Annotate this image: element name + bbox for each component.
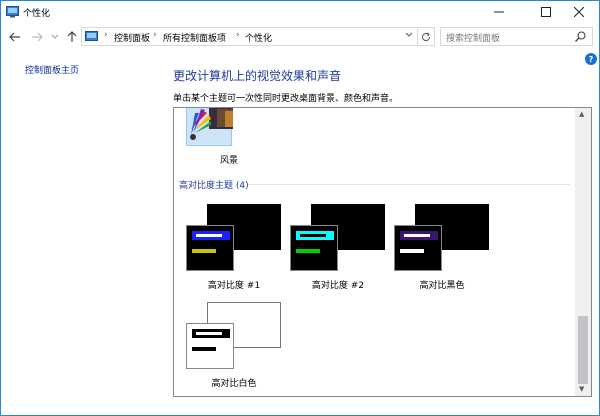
page-description: 单击某个主题可一次性同时更改桌面背景、颜色和声音。 <box>173 94 399 104</box>
personalization-icon <box>6 6 19 18</box>
theme-front-window <box>186 225 234 271</box>
theme-high-contrast-white[interactable] <box>186 302 282 384</box>
breadcrumb-separator-icon: › <box>236 30 240 40</box>
page-title: 更改计算机上的视觉效果和声音 <box>173 69 342 83</box>
theme-high-contrast-1[interactable] <box>186 204 282 286</box>
refresh-icon <box>421 32 430 41</box>
breadcrumb-all-items[interactable]: 所有控制面板项 <box>163 31 226 44</box>
search-icon[interactable] <box>575 31 586 42</box>
breadcrumb-control-panel[interactable]: 控制面板 <box>114 31 150 44</box>
theme-preview-icon <box>190 108 233 140</box>
theme-label: 高对比白色 <box>211 379 257 389</box>
control-panel-home-link[interactable]: 控制面板主页 <box>25 63 79 76</box>
recent-locations-button[interactable] <box>47 29 63 45</box>
theme-high-contrast-2[interactable] <box>290 204 386 286</box>
theme-front-window <box>290 225 338 271</box>
theme-high-contrast-black[interactable] <box>394 204 490 286</box>
close-button[interactable] <box>559 1 599 23</box>
minimize-button[interactable] <box>479 1 519 23</box>
address-dropdown-button[interactable] <box>405 31 413 40</box>
scrollbar-thumb[interactable] <box>578 316 588 384</box>
group-divider <box>248 184 570 185</box>
minimize-icon <box>494 11 504 13</box>
breadcrumb-personalization[interactable]: 个性化 <box>245 31 272 44</box>
forward-arrow-icon <box>32 32 43 42</box>
theme-label: 高对比黑色 <box>419 281 465 291</box>
window-title: 个性化 <box>23 9 51 19</box>
navigation-bar: › 控制面板 › 所有控制面板项 › 个性化 搜索控制面板 <box>1 24 599 50</box>
scroll-down-icon[interactable]: ▼ <box>579 385 584 393</box>
forward-button[interactable] <box>29 29 45 45</box>
scroll-up-icon[interactable]: ▲ <box>579 110 584 118</box>
control-panel-icon <box>85 31 98 41</box>
maximize-icon <box>541 7 551 17</box>
search-input[interactable]: 搜索控制面板 <box>446 31 500 44</box>
chevron-down-icon <box>405 32 413 37</box>
up-arrow-icon <box>67 31 77 42</box>
chevron-down-icon <box>51 34 59 39</box>
theme-front-window <box>394 225 442 271</box>
refresh-button[interactable] <box>417 27 435 46</box>
theme-label: 高对比度 #2 <box>311 281 365 291</box>
theme-label: 高对比度 #1 <box>207 281 261 291</box>
theme-landscape-label: 风景 <box>220 156 239 166</box>
help-icon[interactable]: ? <box>585 53 597 65</box>
search-box[interactable]: 搜索控制面板 <box>440 27 593 46</box>
back-arrow-icon <box>9 32 20 42</box>
breadcrumb-separator-icon: › <box>104 30 108 40</box>
personalization-window: 个性化 › 控制面板 › 所有控制面板项 › 个性化 搜索控制面板 控制面板主页… <box>0 0 600 416</box>
title-bar[interactable]: 个性化 <box>1 1 599 23</box>
up-button[interactable] <box>64 29 80 45</box>
theme-front-window <box>186 323 234 369</box>
theme-list[interactable]: 风景 高对比度主题 (4) 高对比度 #1 高对比度 #2 高对比黑色 高对比白… <box>173 107 592 397</box>
address-bar[interactable]: › 控制面板 › 所有控制面板项 › 个性化 <box>81 27 418 46</box>
theme-landscape-thumbnail[interactable] <box>186 108 233 146</box>
breadcrumb-separator-icon: › <box>153 30 157 40</box>
high-contrast-group-title: 高对比度主题 (4) <box>179 181 249 191</box>
back-button[interactable] <box>7 29 23 45</box>
vertical-scrollbar[interactable]: ▲ ▼ <box>575 108 591 396</box>
close-icon <box>574 7 584 17</box>
